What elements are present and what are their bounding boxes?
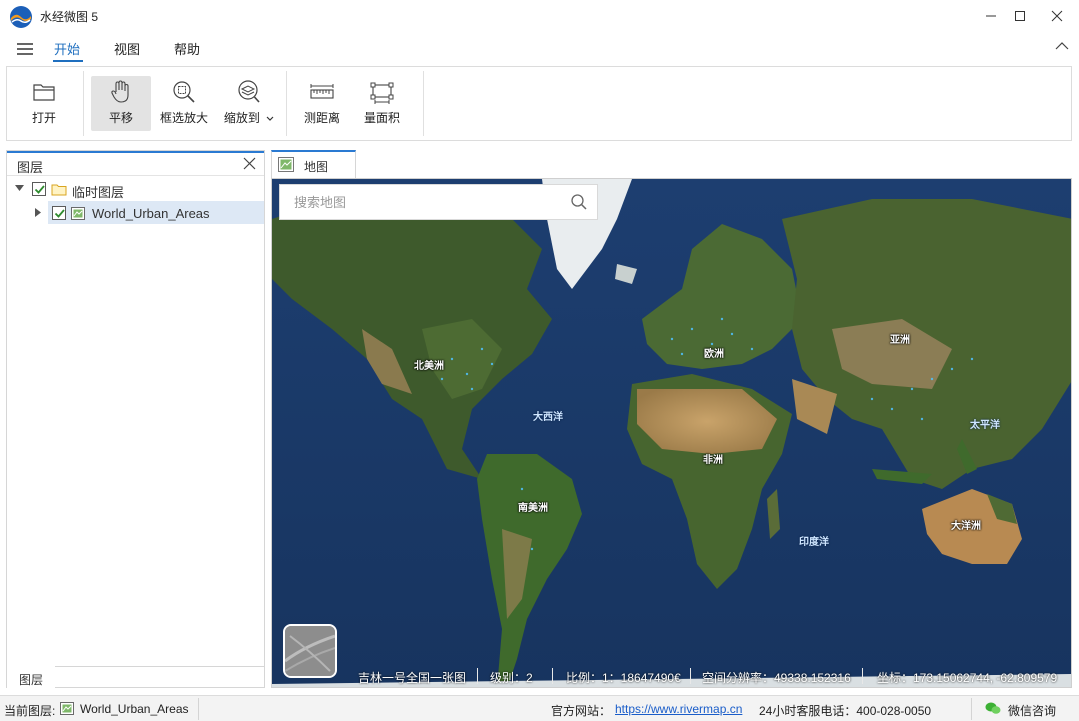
pan-button[interactable]: 平移 [91, 77, 151, 132]
zoom-to-button[interactable]: 缩放到 [219, 77, 279, 132]
maximize-icon [1015, 11, 1025, 21]
maximize-button[interactable] [1005, 4, 1035, 28]
group-visibility-checkbox[interactable] [32, 182, 46, 196]
layer-icon [60, 702, 74, 715]
minimize-icon [986, 15, 996, 17]
current-layer-label: 当前图层: [4, 704, 56, 718]
website-link[interactable]: https://www.rivermap.cn [615, 702, 742, 716]
active-tab-indicator [53, 60, 83, 62]
status-divider [198, 698, 199, 720]
ribbon-divider [286, 71, 287, 136]
layer-visibility-checkbox[interactable] [52, 206, 66, 220]
minimize-button[interactable] [976, 4, 1006, 28]
status-divider [552, 668, 553, 684]
map-view[interactable]: 北美洲 南美洲 欧洲 亚洲 非洲 大洋洲 大西洋 太平洋 印度洋 吉林一号全国一… [271, 178, 1072, 688]
tab-start[interactable]: 开始 [54, 39, 80, 58]
status-divider [477, 668, 478, 684]
status-divider [971, 698, 972, 720]
measure-area-button[interactable]: 量面积 [357, 77, 407, 132]
expand-arrow-icon[interactable] [15, 185, 24, 192]
basemap-name: 吉林一号全国一张图 [358, 671, 467, 685]
layer-icon [71, 207, 85, 220]
title-bar: 水经微图 5 [0, 0, 1079, 32]
tab-map[interactable]: 地图 [271, 150, 356, 178]
basemap-thumbnail-icon [285, 626, 335, 676]
layers-panel-header: 图层 [7, 151, 264, 176]
chevron-down-icon[interactable] [266, 116, 274, 122]
layers-panel: 图层 临时图层 World_Urban_Areas 图层 [6, 150, 265, 688]
measure-distance-label: 测距离 [303, 111, 340, 125]
label-south-america: 南美洲 [518, 503, 548, 514]
spatial-resolution: 空间分辨率：49338.152316 [702, 671, 851, 685]
measure-distance-button[interactable]: 测距离 [297, 77, 347, 132]
hand-icon [111, 80, 129, 103]
ribbon-divider [423, 71, 424, 136]
map-status-strip: 吉林一号全国一张图 级别：2 比例：1：18647490€ 空间分辨率：4933… [352, 665, 1071, 687]
tree-row-world-urban-areas[interactable]: World_Urban_Areas [7, 203, 264, 225]
search-input[interactable] [280, 185, 565, 219]
layer-name: World_Urban_Areas [92, 206, 210, 221]
cursor-coordinates: 坐标：173.15062744, -62.809579 [877, 671, 1058, 685]
zoom-to-label-wrap: 缩放到 [219, 109, 279, 126]
zoom-box-icon [173, 81, 195, 103]
current-layer-name: World_Urban_Areas [80, 702, 189, 716]
zoom-to-layers-icon [238, 80, 260, 103]
chevron-up-icon[interactable] [1055, 41, 1069, 51]
map-search-box [279, 184, 598, 220]
zoom-to-label: 缩放到 [223, 111, 260, 125]
collapsed-arrow-icon[interactable] [35, 208, 41, 217]
ribbon-divider [83, 71, 84, 136]
status-divider [862, 668, 863, 684]
status-bar: 当前图层: World_Urban_Areas 官方网站： https://ww… [0, 695, 1079, 721]
satellite-basemap [272, 179, 1071, 687]
area-measure-icon [370, 82, 394, 104]
tab-view[interactable]: 视图 [114, 39, 140, 58]
wechat-icon [985, 702, 1001, 714]
measure-area-label: 量面积 [363, 111, 400, 125]
search-icon[interactable] [571, 194, 587, 210]
tab-help[interactable]: 帮助 [174, 39, 200, 58]
status-divider [690, 668, 691, 684]
check-icon [54, 209, 65, 218]
map-tab-label: 地图 [304, 160, 329, 174]
website-label: 官方网站： [551, 704, 612, 718]
check-icon [34, 185, 45, 194]
label-pacific: 太平洋 [970, 420, 1000, 431]
open-button[interactable]: 打开 [19, 77, 69, 132]
panel-tab-divider [55, 666, 264, 667]
label-atlantic: 大西洋 [533, 412, 563, 423]
group-name: 临时图层 [72, 185, 125, 200]
label-asia: 亚洲 [890, 335, 910, 346]
label-indian-ocean: 印度洋 [799, 537, 829, 548]
menu-bar: 开始 视图 帮助 [0, 32, 1079, 66]
label-oceania: 大洋洲 [951, 521, 981, 532]
close-window-button[interactable] [1042, 4, 1072, 28]
label-africa: 非洲 [703, 455, 723, 466]
folder-icon [33, 84, 55, 101]
basemap-switcher[interactable] [283, 624, 337, 678]
ribbon-toolbar: 打开 平移 框选放大 缩放到 测距离 量面积 [6, 66, 1072, 141]
app-logo-icon [10, 6, 32, 28]
open-label: 打开 [31, 111, 56, 125]
close-icon [1051, 10, 1063, 22]
zoom-level: 级别：2 [490, 671, 533, 685]
map-scale: 比例：1：18647490€ [566, 671, 681, 685]
layers-bottom-tab-label: 图层 [19, 673, 44, 687]
ruler-icon [310, 84, 334, 99]
zoom-box-button[interactable]: 框选放大 [157, 77, 211, 132]
label-north-america: 北美洲 [414, 361, 444, 372]
window-title: 水经微图 5 [40, 10, 99, 24]
label-europe: 欧洲 [704, 349, 724, 360]
layers-bottom-tab[interactable]: 图层 [7, 666, 55, 688]
zoom-box-label: 框选放大 [159, 111, 208, 125]
folder-icon [51, 184, 67, 196]
map-icon [278, 157, 294, 172]
hamburger-menu-icon[interactable] [16, 41, 34, 57]
pan-label: 平移 [108, 111, 133, 125]
close-icon[interactable] [243, 157, 256, 170]
wechat-consult-button[interactable]: 微信咨询 [1008, 702, 1056, 719]
layers-panel-title: 图层 [17, 160, 44, 175]
tree-row-temp-group[interactable]: 临时图层 [7, 179, 264, 201]
hotline-text: 24小时客服电话：400-028-0050 [759, 704, 932, 718]
